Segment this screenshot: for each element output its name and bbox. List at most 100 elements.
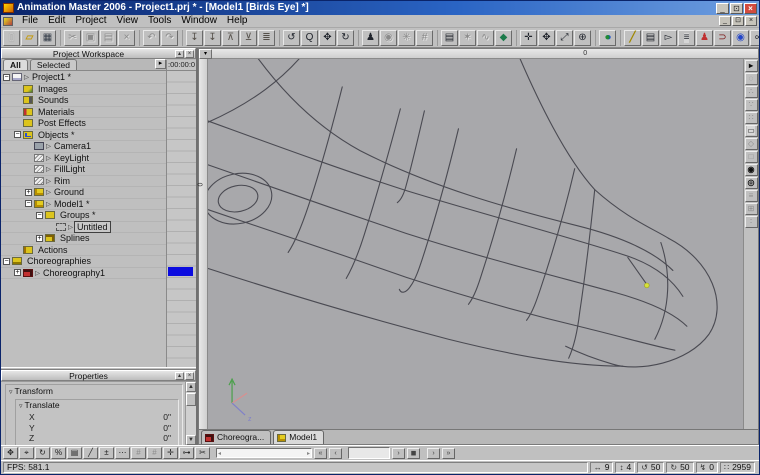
tree-expander-icon[interactable]: −: [3, 257, 10, 265]
toolbar-button[interactable]: ⊕: [574, 29, 591, 46]
properties-scrollbar[interactable]: ▲ ▼: [185, 382, 196, 445]
toolbar-button[interactable]: ⊼: [222, 29, 239, 46]
toolbar-button[interactable]: ✳: [398, 29, 415, 46]
tree-expander-icon[interactable]: +: [14, 269, 21, 277]
toolbar-button[interactable]: ▦: [39, 29, 56, 46]
tree-expander-icon[interactable]: −: [25, 200, 32, 208]
tree-item-label[interactable]: Objects *: [36, 130, 77, 140]
toolbar-button[interactable]: ✂: [64, 29, 81, 46]
panel-collapse-icon[interactable]: ▴: [175, 371, 184, 380]
transport-button[interactable]: ‹: [329, 447, 342, 459]
toolbar-button[interactable]: ✥: [319, 29, 336, 46]
panel-close-icon[interactable]: ×: [185, 49, 194, 58]
tree-item-label[interactable]: Rim: [52, 176, 72, 186]
panel-close-icon[interactable]: ×: [185, 371, 194, 380]
tab-scroll-icon[interactable]: ▸: [155, 59, 166, 69]
tree-item-label[interactable]: Ground: [52, 187, 86, 197]
viewport-tool-button[interactable]: ≡: [744, 190, 758, 202]
viewport-tool-button[interactable]: ∶: [744, 216, 758, 228]
toolbar-button[interactable]: ↺: [283, 29, 300, 46]
child-minimize-button[interactable]: _: [719, 16, 731, 26]
toolbar-button[interactable]: ↧: [204, 29, 221, 46]
toolbar-button[interactable]: Q: [301, 29, 318, 46]
manipulator-button[interactable]: ╱: [83, 447, 98, 459]
manipulator-button[interactable]: #: [131, 447, 146, 459]
transform-group-header[interactable]: ▿ Transform: [9, 386, 179, 398]
close-button[interactable]: ×: [744, 2, 757, 14]
tree-expander-icon[interactable]: +: [25, 188, 32, 196]
timeline-selection-bar[interactable]: [168, 267, 193, 276]
frame-slider[interactable]: ◂ ▸: [216, 448, 312, 458]
child-close-button[interactable]: ×: [745, 16, 757, 26]
manipulator-button[interactable]: ⋯: [115, 447, 130, 459]
viewport-tool-button[interactable]: ▭: [744, 125, 758, 137]
menu-item[interactable]: File: [17, 15, 43, 27]
manipulator-button[interactable]: #: [147, 447, 162, 459]
property-value[interactable]: 0": [163, 423, 175, 434]
viewport-tool-button[interactable]: ▸: [744, 60, 758, 72]
toolbar-button[interactable]: ♟: [362, 29, 379, 46]
toolbar-button[interactable]: ▯: [3, 29, 20, 46]
scroll-track[interactable]: [186, 407, 196, 435]
toolbar-button[interactable]: ╱: [624, 29, 641, 46]
transport-button[interactable]: «: [314, 447, 327, 459]
menu-item[interactable]: Project: [70, 15, 111, 27]
toolbar-button[interactable]: ⊻: [240, 29, 257, 46]
tab-all[interactable]: All: [3, 59, 28, 70]
transport-button[interactable]: »: [442, 447, 455, 459]
toolbar-button[interactable]: #: [416, 29, 433, 46]
scroll-thumb[interactable]: [186, 393, 196, 406]
tab-selected[interactable]: Selected: [29, 59, 77, 70]
slider-right-icon[interactable]: ▸: [307, 450, 310, 457]
panel-collapse-icon[interactable]: ▴: [175, 49, 184, 58]
viewport-tab[interactable]: Model1: [273, 430, 325, 444]
tree-item[interactable]: − ▷ Project1 *: [1, 72, 166, 84]
tree-item-label[interactable]: Images: [36, 84, 70, 94]
menu-item[interactable]: Tools: [143, 15, 176, 27]
toolbar-button[interactable]: ↶: [143, 29, 160, 46]
tree-item[interactable]: Sounds: [1, 95, 166, 107]
tree-item[interactable]: + Splines: [1, 233, 166, 245]
tree-item[interactable]: − ▷ Model1 *: [1, 199, 166, 210]
toolbar-button[interactable]: ⤢: [556, 29, 573, 46]
tree-item-label[interactable]: FillLight: [52, 164, 87, 174]
tree-item-label[interactable]: Choreography1: [41, 268, 107, 278]
restore-button[interactable]: ⊡: [730, 2, 743, 14]
tree-expander-icon[interactable]: −: [14, 131, 21, 139]
viewport-tool-button[interactable]: ◉: [744, 164, 758, 176]
viewport-tool-button[interactable]: ◇: [744, 138, 758, 150]
slider-left-icon[interactable]: ◂: [218, 450, 221, 457]
viewport-tool-button[interactable]: ◌: [744, 73, 758, 85]
toolbar-button[interactable]: ↷: [161, 29, 178, 46]
tree-item-label[interactable]: Groups *: [58, 210, 98, 220]
toolbar-button[interactable]: ◆: [495, 29, 512, 46]
manipulator-button[interactable]: ⊶: [179, 447, 194, 459]
viewport-menu-dropdown-icon[interactable]: ▾: [199, 49, 212, 59]
toolbar-button[interactable]: ≡: [678, 29, 695, 46]
toolbar-button[interactable]: ∿: [477, 29, 494, 46]
tree-item[interactable]: ▷ Rim: [1, 176, 166, 187]
tree-item[interactable]: ▷ Camera1: [1, 141, 166, 153]
tree-item-label[interactable]: Post Effects: [36, 118, 88, 128]
viewport-tool-button[interactable]: ◎: [744, 177, 758, 189]
tree-item[interactable]: Materials: [1, 107, 166, 118]
manipulator-button[interactable]: ⌖: [19, 447, 34, 459]
toolbar-button[interactable]: ◉: [380, 29, 397, 46]
tree-expander-icon[interactable]: −: [3, 73, 10, 81]
manipulator-button[interactable]: ▤: [67, 447, 82, 459]
tree-item[interactable]: Actions: [1, 245, 166, 256]
toolbar-button[interactable]: ↻: [337, 29, 354, 46]
tree-item[interactable]: ▷ FillLight: [1, 164, 166, 176]
property-value[interactable]: 0": [163, 412, 175, 423]
tree-item-label[interactable]: Materials: [36, 107, 77, 117]
toolbar-button[interactable]: ●: [599, 29, 616, 46]
toolbar-button[interactable]: ✥: [538, 29, 555, 46]
toolbar-button[interactable]: ▤: [441, 29, 458, 46]
property-value[interactable]: 0": [163, 433, 175, 444]
tree-item-label[interactable]: Sounds: [36, 95, 71, 105]
timeline-column[interactable]: [166, 71, 196, 367]
tree-item[interactable]: Images: [1, 84, 166, 95]
manipulator-button[interactable]: ±: [99, 447, 114, 459]
toolbar-button[interactable]: ✶: [459, 29, 476, 46]
toolbar-button[interactable]: ⊃: [714, 29, 731, 46]
